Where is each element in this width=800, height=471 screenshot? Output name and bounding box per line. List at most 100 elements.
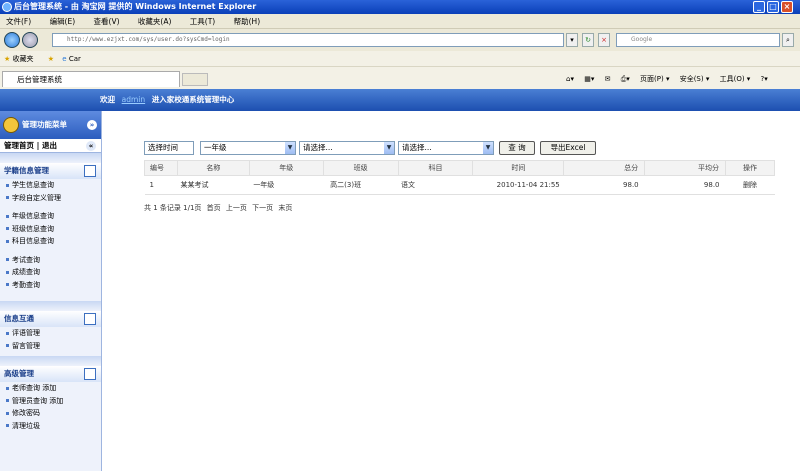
safety-menu[interactable]: 安全(S) ▾ [680,75,710,83]
group-toggle-icon[interactable] [84,165,96,177]
sidebar-item-subject-query[interactable]: 科目信息查询 [0,235,101,248]
ie-command-bar: ⌂▾ ▦▾ ✉ ⎙▾ 页面(P) ▾ 安全(S) ▾ 工具(O) ▾ ?▾ [566,73,776,85]
menu-file[interactable]: 文件(F) [6,17,31,26]
tools-menu[interactable]: 工具(O) ▾ [720,75,751,83]
address-bar: http://www.ezjxt.com/sys/user.do?sysCmd=… [0,29,800,51]
search-input[interactable]: Google [616,33,780,47]
export-excel-button[interactable]: 导出Excel [540,141,596,155]
favorites-bar: ★ 收藏夹 ★ e Car [0,51,800,67]
refresh-icon[interactable]: ↻ [582,33,594,47]
table-row: 1 某某考试 一年级 高二(3)班 语文 2010-11-04 21:55 98… [144,175,775,195]
user-link[interactable]: admin [122,95,146,104]
pager-first[interactable]: 首页 [207,204,221,212]
results-table: 编号 名称 年级 班级 科目 时间 总分 平均分 操作 1 某某考试 一年级 高… [144,160,775,195]
col-id: 编号 [144,160,178,176]
dropdown-icon[interactable]: ▾ [566,33,578,47]
home-icon[interactable]: ⌂▾ [566,75,574,83]
col-total: 总分 [563,160,646,176]
group-toggle-icon[interactable] [84,368,96,380]
menu-view[interactable]: 查看(V) [94,17,120,26]
maximize-button[interactable]: □ [767,1,779,13]
col-average: 平均分 [644,160,727,176]
sidebar-item-teachers[interactable]: 老师查询 添加 [0,382,101,395]
sidebar-item-field-custom[interactable]: 字段自定义管理 [0,192,101,205]
window-titlebar: 后台管理系统 - 由 淘宝网 提供的 Windows Internet Expl… [0,0,800,14]
col-class: 班级 [322,160,399,176]
sidebar-item-change-password[interactable]: 修改密码 [0,407,101,420]
collapse-icon[interactable]: « [86,141,96,151]
chevron-down-icon: ▼ [384,142,394,154]
minimize-button[interactable]: _ [753,1,765,13]
sidebar-item-student-query[interactable]: 学生信息查询 [0,179,101,192]
sidebar-home-row: 管理首页 | 退出 « [0,139,101,153]
sidebar-item-class-query[interactable]: 班级信息查询 [0,223,101,236]
forward-icon[interactable] [22,32,38,48]
favorite-item-car[interactable]: Car [69,55,81,63]
col-time: 时间 [472,160,565,176]
new-tab-button[interactable] [182,73,208,86]
tab-label: 后台管理系统 [17,75,62,84]
group-title: 学籍信息管理 [4,166,49,175]
menu-edit[interactable]: 编辑(E) [50,17,76,26]
class-select[interactable]: 请选择... ▼ [299,141,395,155]
sidebar-header: 管理功能菜单 » [0,111,101,139]
delete-link[interactable]: 删除 [725,175,775,195]
welcome-text: 欢迎 [100,95,115,104]
group-title: 高级管理 [4,369,34,378]
menu-help[interactable]: 帮助(H) [234,17,261,26]
add-favorite-icon[interactable]: ★ [48,55,54,63]
home-link[interactable]: 管理首页 [4,141,34,150]
ie-icon [2,2,12,12]
address-input[interactable]: http://www.ezjxt.com/sys/user.do?sysCmd=… [52,33,564,47]
pager-prev[interactable]: 上一页 [226,204,247,212]
sidebar-item-cleanup[interactable]: 清理垃圾 [0,420,101,433]
page-menu[interactable]: 页面(P) ▾ [640,75,669,83]
group-student-info[interactable]: 学籍信息管理 [0,163,101,179]
group-toggle-icon[interactable] [84,313,96,325]
back-icon[interactable] [4,32,20,48]
sidebar-item-admins[interactable]: 管理员查询 添加 [0,395,101,408]
sidebar-item-grade-query[interactable]: 年级信息查询 [0,210,101,223]
stop-icon[interactable]: × [598,33,610,47]
star-icon: ★ [4,55,11,63]
print-icon[interactable]: ⎙▾ [621,75,630,83]
menu-tools[interactable]: 工具(T) [190,17,215,26]
mail-icon[interactable]: ✉ [605,75,611,83]
table-header-row: 编号 名称 年级 班级 科目 时间 总分 平均分 操作 [144,160,775,176]
logout-link[interactable]: 退出 [42,141,57,150]
pagination: 共 1 条记录 1/1页 首页 上一页 下一页 末页 [144,203,295,213]
sidebar-item-exam-query[interactable]: 考试查询 [0,254,101,267]
sidebar: 管理功能菜单 » 管理首页 | 退出 « 学籍信息管理 学生信息查询 字段自定义… [0,111,102,471]
group-title: 信息互通 [4,314,34,323]
close-button[interactable]: × [781,1,793,13]
tab-admin[interactable]: 后台管理系统 [2,71,180,87]
query-button[interactable]: 查 询 [499,141,535,155]
search-icon[interactable]: ⌕ [782,33,794,47]
sidebar-item-messages[interactable]: 留言管理 [0,340,101,353]
help-menu[interactable]: ?▾ [761,75,768,83]
collapse-menu-icon[interactable]: » [87,120,97,130]
chevron-down-icon: ▼ [483,142,493,154]
pager-last[interactable]: 末页 [278,204,292,212]
grade-select[interactable]: 一年级 ▼ [200,141,296,155]
pager-next[interactable]: 下一页 [252,204,273,212]
feeds-icon[interactable]: ▦▾ [584,75,594,83]
chevron-down-icon: ▼ [285,142,295,154]
sidebar-item-score-query[interactable]: 成绩查询 [0,266,101,279]
main-content: 选择时间 一年级 ▼ 请选择... ▼ 请选择... ▼ 查 询 导出Excel 编号… [103,111,800,471]
favorites-label[interactable]: 收藏夹 [13,55,34,63]
group-communication[interactable]: 信息互通 [0,311,101,327]
page-header: 欢迎 admin 进入家校通系统管理中心 [0,89,800,111]
menu-logo-icon [3,117,19,133]
group-advanced[interactable]: 高级管理 [0,366,101,382]
col-action: 操作 [725,160,775,176]
col-grade: 年级 [248,160,324,176]
menu-bar: 文件(F) 编辑(E) 查看(V) 收藏夹(A) 工具(T) 帮助(H) [0,14,800,29]
subject-select[interactable]: 请选择... ▼ [398,141,494,155]
sidebar-item-attendance-query[interactable]: 考勤查询 [0,279,101,292]
window-title: 后台管理系统 - 由 淘宝网 提供的 Windows Internet Expl… [14,2,257,11]
sidebar-item-comments[interactable]: 评语管理 [0,327,101,340]
menu-favorites[interactable]: 收藏夹(A) [138,17,171,26]
time-input[interactable]: 选择时间 [144,141,194,155]
sidebar-title: 管理功能菜单 [22,120,67,129]
